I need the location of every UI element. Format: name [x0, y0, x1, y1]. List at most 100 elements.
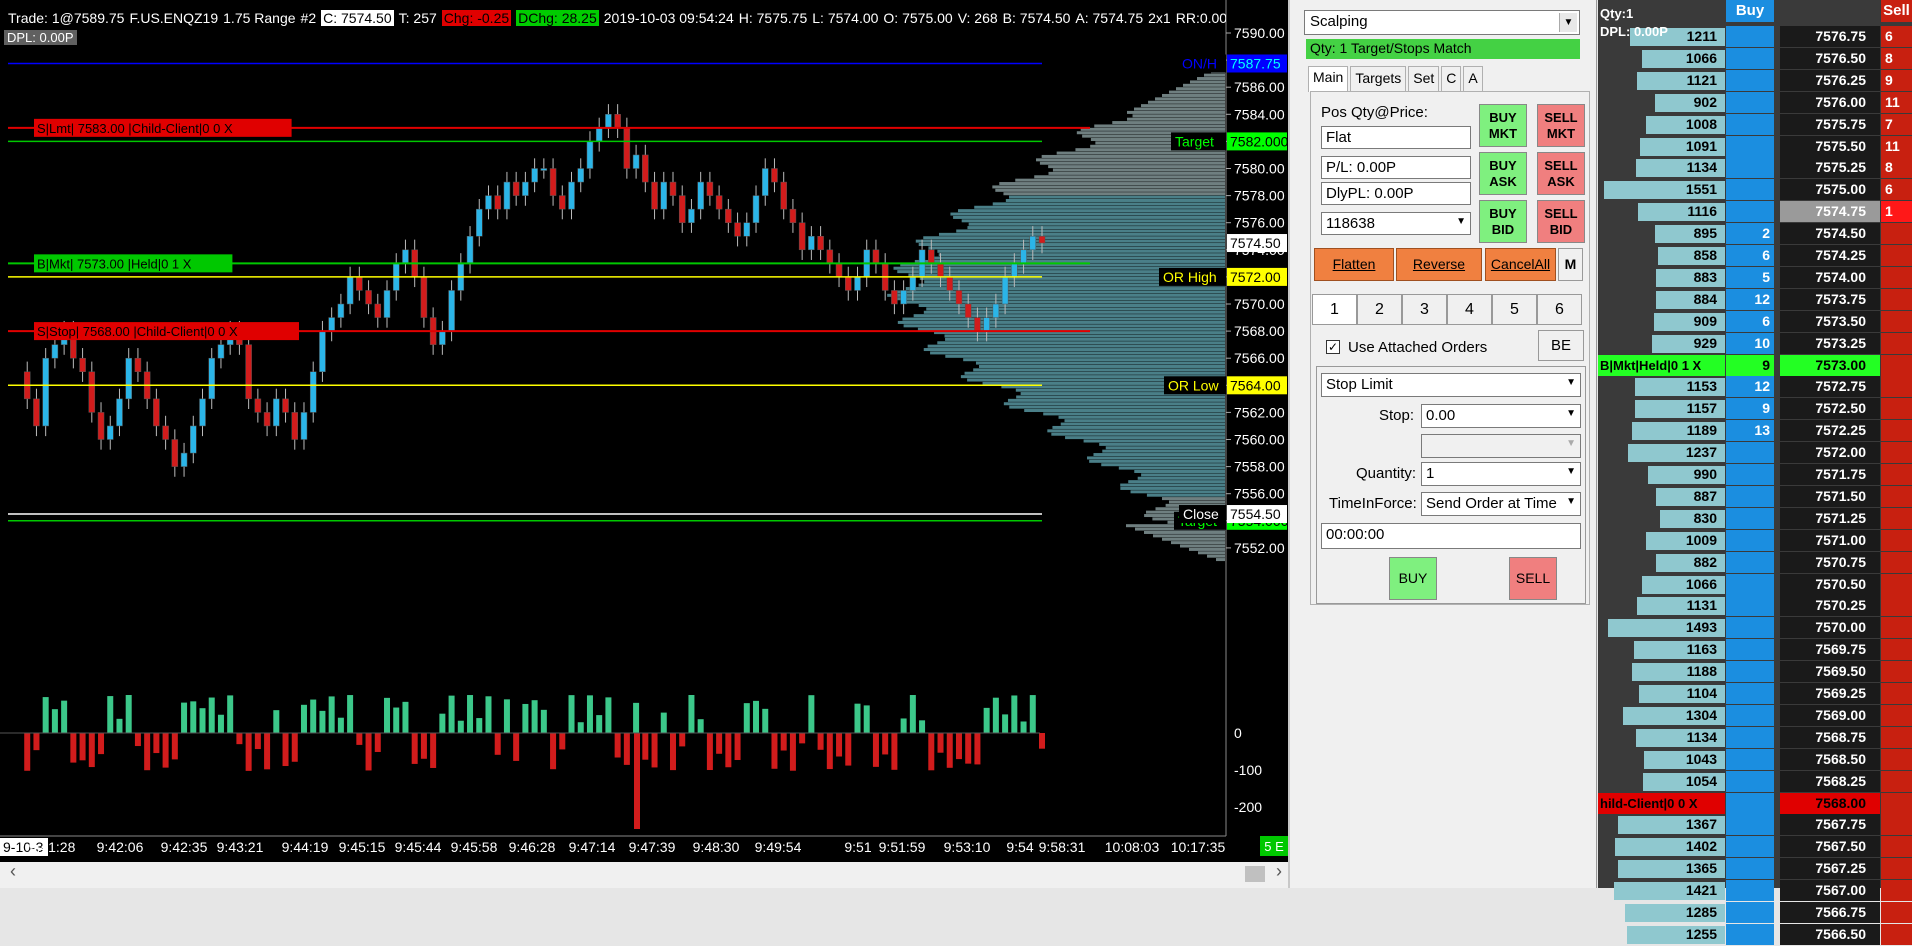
ladder-row[interactable]: 1157 9 7572.50 — [1598, 398, 1912, 420]
ladder-ask-cell[interactable] — [1881, 639, 1912, 661]
ladder-ask-cell[interactable]: 11 — [1881, 135, 1912, 157]
chevron-down-icon[interactable]: ▼ — [1566, 377, 1576, 388]
ladder-row[interactable]: 882 7570.75 — [1598, 551, 1912, 574]
ladder-ask-cell[interactable]: 11 — [1881, 91, 1912, 113]
ladder-ask-cell[interactable]: 7 — [1881, 113, 1912, 135]
ladder-bid-cell[interactable]: 9 — [1726, 354, 1774, 376]
ladder-bid-cell[interactable]: 12 — [1726, 376, 1774, 398]
ladder-ask-cell[interactable] — [1881, 266, 1912, 288]
ladder-bid-cell[interactable] — [1726, 507, 1774, 529]
ladder-row[interactable]: 929 10 7573.25 — [1598, 332, 1912, 355]
ladder-row[interactable]: 1009 7571.00 — [1598, 529, 1912, 552]
ladder-row[interactable]: 1116 7574.75 1 — [1598, 201, 1912, 223]
ladder-row[interactable]: 1551 7575.00 6 — [1598, 179, 1912, 201]
ladder-ask-cell[interactable] — [1881, 617, 1912, 639]
ladder-row[interactable]: 1008 7575.75 7 — [1598, 113, 1912, 136]
ladder-row[interactable]: 1134 7575.25 8 — [1598, 157, 1912, 179]
use-attached-checkbox[interactable]: ✓ — [1326, 340, 1340, 354]
ladder-row[interactable]: 902 7576.00 11 — [1598, 91, 1912, 114]
tab-set[interactable]: Set — [1408, 66, 1440, 92]
ladder-row[interactable]: 1134 7568.75 — [1598, 726, 1912, 749]
ladder-row[interactable]: 990 7571.75 — [1598, 464, 1912, 486]
ladder-row[interactable]: 1131 7570.25 — [1598, 595, 1912, 617]
ladder-ask-cell[interactable] — [1881, 464, 1912, 485]
sell-mkt-button[interactable]: SELL MKT — [1537, 104, 1585, 147]
ladder-bid-cell[interactable] — [1726, 113, 1774, 135]
flatten-button[interactable]: Flatten — [1314, 248, 1394, 281]
ladder-row[interactable]: 1066 7570.50 — [1598, 573, 1912, 596]
ladder-bid-cell[interactable] — [1726, 814, 1774, 836]
ladder-row[interactable]: 1365 7567.25 — [1598, 858, 1912, 880]
ladder-bid-cell[interactable] — [1726, 47, 1774, 69]
chevron-down-icon[interactable]: ▼ — [1566, 496, 1576, 507]
ladder-bid-cell[interactable] — [1726, 902, 1774, 923]
ladder-ask-cell[interactable] — [1881, 288, 1912, 310]
ladder-bid-cell[interactable]: 2 — [1726, 223, 1774, 245]
ladder-row[interactable]: 1421 7567.00 — [1598, 880, 1912, 902]
ladder-row[interactable]: 1304 7569.00 — [1598, 704, 1912, 727]
ladder-bid-cell[interactable] — [1726, 880, 1774, 902]
ladder-ask-cell[interactable] — [1881, 442, 1912, 464]
ladder-bid-cell[interactable]: 9 — [1726, 398, 1774, 420]
ladder-ask-cell[interactable] — [1881, 332, 1912, 354]
ladder-row[interactable]: hild-Client|0 0 X 7568.00 — [1598, 792, 1912, 815]
ladder-ask-cell[interactable]: 9 — [1881, 69, 1912, 91]
ladder-bid-cell[interactable] — [1726, 26, 1774, 47]
order-type-select[interactable]: Stop Limit ▼ — [1321, 373, 1581, 397]
chart-pane[interactable]: 7590.007588.007586.007584.007582.007580.… — [0, 0, 1290, 888]
m-button[interactable]: M — [1558, 248, 1583, 281]
ladder-bid-cell[interactable] — [1726, 442, 1774, 464]
ladder-bid-cell[interactable] — [1726, 595, 1774, 617]
ladder-ask-cell[interactable] — [1881, 902, 1912, 923]
ladder-bid-cell[interactable] — [1726, 661, 1774, 683]
ladder-ask-cell[interactable] — [1881, 748, 1912, 770]
price-chart[interactable]: 7590.007588.007586.007584.007582.007580.… — [0, 0, 1290, 888]
quantity-select[interactable]: 1 ▼ — [1421, 462, 1581, 486]
ladder-bid-cell[interactable] — [1726, 573, 1774, 595]
ladder-ask-cell[interactable] — [1881, 704, 1912, 726]
ladder-ask-cell[interactable] — [1881, 354, 1912, 376]
ladder-bid-cell[interactable] — [1726, 858, 1774, 880]
ladder-row[interactable]: 1402 7567.50 — [1598, 836, 1912, 858]
ladder-ask-cell[interactable]: 8 — [1881, 47, 1912, 69]
tab-c[interactable]: C — [1441, 66, 1462, 92]
chevron-down-icon[interactable]: ▼ — [1566, 466, 1576, 477]
ladder-row[interactable]: 895 2 7574.50 — [1598, 223, 1912, 245]
qty-preset-4[interactable]: 4 — [1447, 294, 1492, 325]
ladder-row[interactable]: 887 7571.50 — [1598, 485, 1912, 508]
ladder-bid-cell[interactable] — [1726, 464, 1774, 485]
ladder-ask-cell[interactable] — [1881, 923, 1912, 945]
ladder-bid-cell[interactable]: 10 — [1726, 332, 1774, 354]
sell-bid-button[interactable]: SELL BID — [1537, 200, 1585, 243]
qty-preset-1[interactable]: 1 — [1312, 294, 1357, 325]
buy-mkt-button[interactable]: BUY MKT — [1479, 104, 1527, 147]
ladder-row[interactable]: 1091 7575.50 11 — [1598, 135, 1912, 158]
ladder-ask-cell[interactable] — [1881, 223, 1912, 245]
ladder-ask-cell[interactable]: 8 — [1881, 157, 1912, 179]
reverse-button[interactable]: Reverse — [1396, 248, 1482, 281]
ladder-bid-cell[interactable] — [1726, 135, 1774, 157]
ladder-row[interactable]: 1104 7569.25 — [1598, 683, 1912, 705]
ladder-ask-cell[interactable]: 6 — [1881, 179, 1912, 201]
ladder-ask-cell[interactable] — [1881, 529, 1912, 551]
tab-a[interactable]: A — [1463, 66, 1483, 92]
ladder-row[interactable]: 1367 7567.75 — [1598, 814, 1912, 836]
ladder-bid-cell[interactable] — [1726, 179, 1774, 201]
ladder-bid-cell[interactable] — [1726, 748, 1774, 770]
ladder-bid-cell[interactable] — [1726, 201, 1774, 223]
ladder-row[interactable]: 830 7571.25 — [1598, 507, 1912, 530]
ladder-bid-cell[interactable] — [1726, 726, 1774, 748]
ladder-bid-cell[interactable] — [1726, 639, 1774, 661]
ladder-bid-cell[interactable] — [1726, 704, 1774, 726]
sell-ask-button[interactable]: SELL ASK — [1537, 152, 1585, 195]
ladder-bid-cell[interactable] — [1726, 836, 1774, 858]
ladder-row[interactable]: 883 5 7574.00 — [1598, 266, 1912, 289]
ladder-ask-cell[interactable] — [1881, 245, 1912, 266]
chevron-down-icon[interactable]: ▼ — [1456, 216, 1466, 227]
ladder-ask-cell[interactable] — [1881, 310, 1912, 332]
ladder-ask-cell[interactable] — [1881, 726, 1912, 748]
ladder-row[interactable]: 1493 7570.00 — [1598, 617, 1912, 639]
ladder-bid-cell[interactable] — [1726, 91, 1774, 113]
ladder-bid-cell[interactable]: 6 — [1726, 245, 1774, 266]
ladder-bid-cell[interactable]: 12 — [1726, 288, 1774, 310]
